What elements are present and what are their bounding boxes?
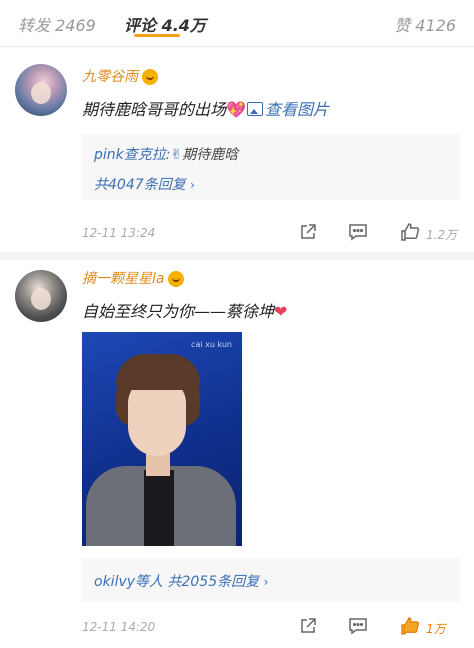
like-count: 1万: [426, 622, 446, 636]
victory-hand-icon: ✌: [170, 147, 183, 163]
comment-item: 九零谷雨 期待鹿晗哥哥的出场💖 查看图片 pink查克拉:✌期待鹿晗 共4047条…: [0, 46, 474, 260]
reply-preview[interactable]: pink查克拉:✌期待鹿晗 共4047条回复 ›: [82, 134, 460, 200]
reply-preview[interactable]: okilvy等人 共2055条回复 ›: [82, 558, 460, 602]
vip-badge-icon: [142, 69, 158, 85]
comment-icon[interactable]: [348, 616, 368, 636]
vip-badge-icon: [168, 271, 185, 287]
comment-icon[interactable]: [348, 222, 368, 242]
thumbs-up-liked-icon[interactable]: [400, 616, 420, 636]
reply-author[interactable]: pink查克拉:: [94, 147, 170, 163]
comment-item: 摘一颗星星la 自始至终只为你——蔡徐坤❤ cai xu kun okilvy等…: [0, 256, 474, 648]
tab-repost[interactable]: 转发 2469: [18, 12, 96, 36]
more-replies-link[interactable]: 共4047条回复 ›: [94, 174, 195, 194]
image-watermark: cai xu kun: [191, 340, 232, 349]
comment-tabs: 转发 2469 评论 4.4万 赞 4126: [0, 0, 474, 47]
username-text[interactable]: 摘一颗星星la: [82, 271, 164, 287]
view-image-link[interactable]: 查看图片: [246, 100, 329, 119]
comment-body: 自始至终只为你——蔡徐坤: [82, 302, 275, 321]
thumbs-up-icon[interactable]: [400, 222, 420, 242]
comment-username[interactable]: 摘一颗星星la: [82, 268, 185, 288]
like-count: 1.2万: [426, 228, 458, 242]
comment-text: 期待鹿晗哥哥的出场💖 查看图片: [82, 96, 329, 120]
chevron-right-icon: ›: [190, 178, 195, 192]
view-image-label[interactable]: 查看图片: [265, 100, 329, 119]
comment-body: 期待鹿晗哥哥的出场: [82, 100, 227, 119]
comment-username[interactable]: 九零谷雨: [82, 66, 158, 86]
more-replies-label[interactable]: 共4047条回复: [94, 177, 186, 193]
avatar[interactable]: [15, 64, 67, 116]
share-icon[interactable]: [298, 616, 318, 636]
image-icon: [246, 102, 263, 116]
active-tab-indicator: [134, 34, 180, 37]
username-text[interactable]: 九零谷雨: [82, 69, 138, 85]
more-replies-label[interactable]: okilvy等人 共2055条回复: [94, 574, 259, 590]
comment-time: 12-11 14:20: [82, 620, 156, 634]
reply-item: pink查克拉:✌期待鹿晗: [94, 144, 238, 164]
share-icon[interactable]: [298, 222, 318, 242]
avatar[interactable]: [15, 270, 67, 322]
comment-footer: 12-11 14:20 1万: [82, 616, 462, 640]
tab-like[interactable]: 赞 4126: [394, 12, 456, 36]
chevron-right-icon: ›: [263, 575, 269, 589]
heart-icon: 💖: [226, 100, 246, 119]
comment-time: 12-11 13:24: [82, 226, 156, 240]
comment-text: 自始至终只为你——蔡徐坤❤: [82, 298, 287, 322]
heart-icon: ❤: [274, 302, 288, 321]
comment-footer: 12-11 13:24 1.2万: [82, 222, 462, 246]
reply-text: 期待鹿晗: [182, 147, 239, 163]
more-replies-link[interactable]: okilvy等人 共2055条回复 ›: [94, 571, 268, 591]
comment-image[interactable]: cai xu kun: [82, 332, 242, 546]
